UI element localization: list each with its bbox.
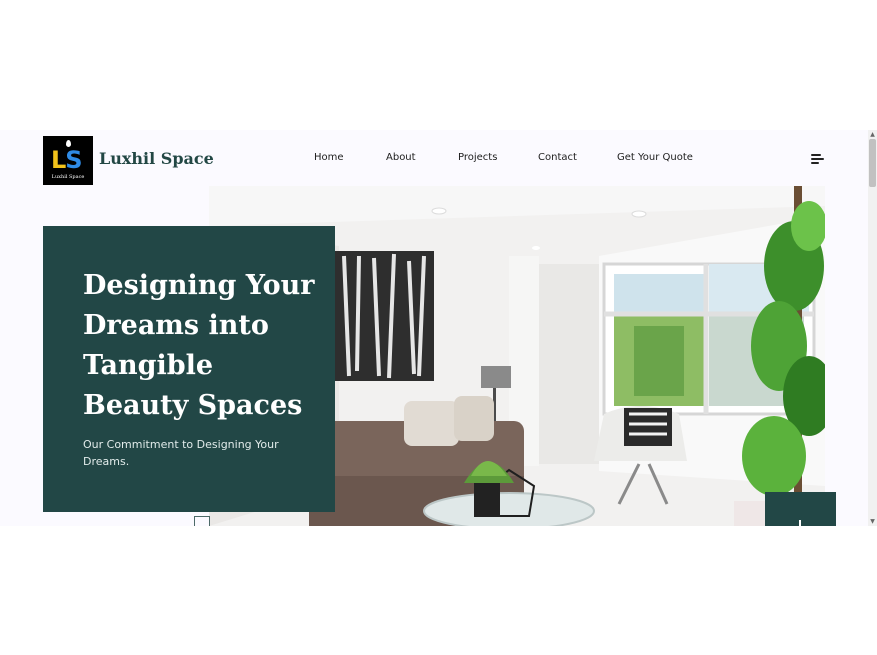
page-viewport: LS Luxhil Space Luxhil Space Home About … bbox=[0, 130, 877, 526]
logo-tagline: Luxhil Space bbox=[51, 174, 85, 180]
nav-projects[interactable]: Projects bbox=[458, 152, 497, 163]
scroll-to-top-button[interactable] bbox=[765, 492, 836, 526]
hero-subtitle: Our Commitment to Designing Your Dreams. bbox=[83, 438, 279, 468]
vertical-scrollbar[interactable]: ▲ ▼ bbox=[868, 130, 877, 526]
arrow-up-icon bbox=[799, 520, 801, 526]
decorative-square bbox=[194, 516, 210, 526]
site-logo[interactable]: LS Luxhil Space bbox=[43, 136, 93, 185]
nav-get-your-quote[interactable]: Get Your Quote bbox=[617, 152, 693, 163]
logo-mark: LS bbox=[51, 146, 83, 174]
hero-card: Designing Your Dreams into Tangible Beau… bbox=[43, 226, 335, 512]
scroll-down-arrow-icon[interactable]: ▼ bbox=[868, 517, 877, 526]
nav-contact[interactable]: Contact bbox=[538, 152, 577, 163]
brand-name[interactable]: Luxhil Space bbox=[99, 149, 214, 168]
scroll-up-arrow-icon[interactable]: ▲ bbox=[868, 130, 877, 139]
hamburger-menu-icon[interactable] bbox=[811, 154, 825, 164]
nav-home[interactable]: Home bbox=[314, 152, 344, 163]
scrollbar-thumb[interactable] bbox=[869, 139, 876, 187]
nav-about[interactable]: About bbox=[386, 152, 416, 163]
hero-title: Designing Your Dreams into Tangible Beau… bbox=[83, 270, 315, 421]
